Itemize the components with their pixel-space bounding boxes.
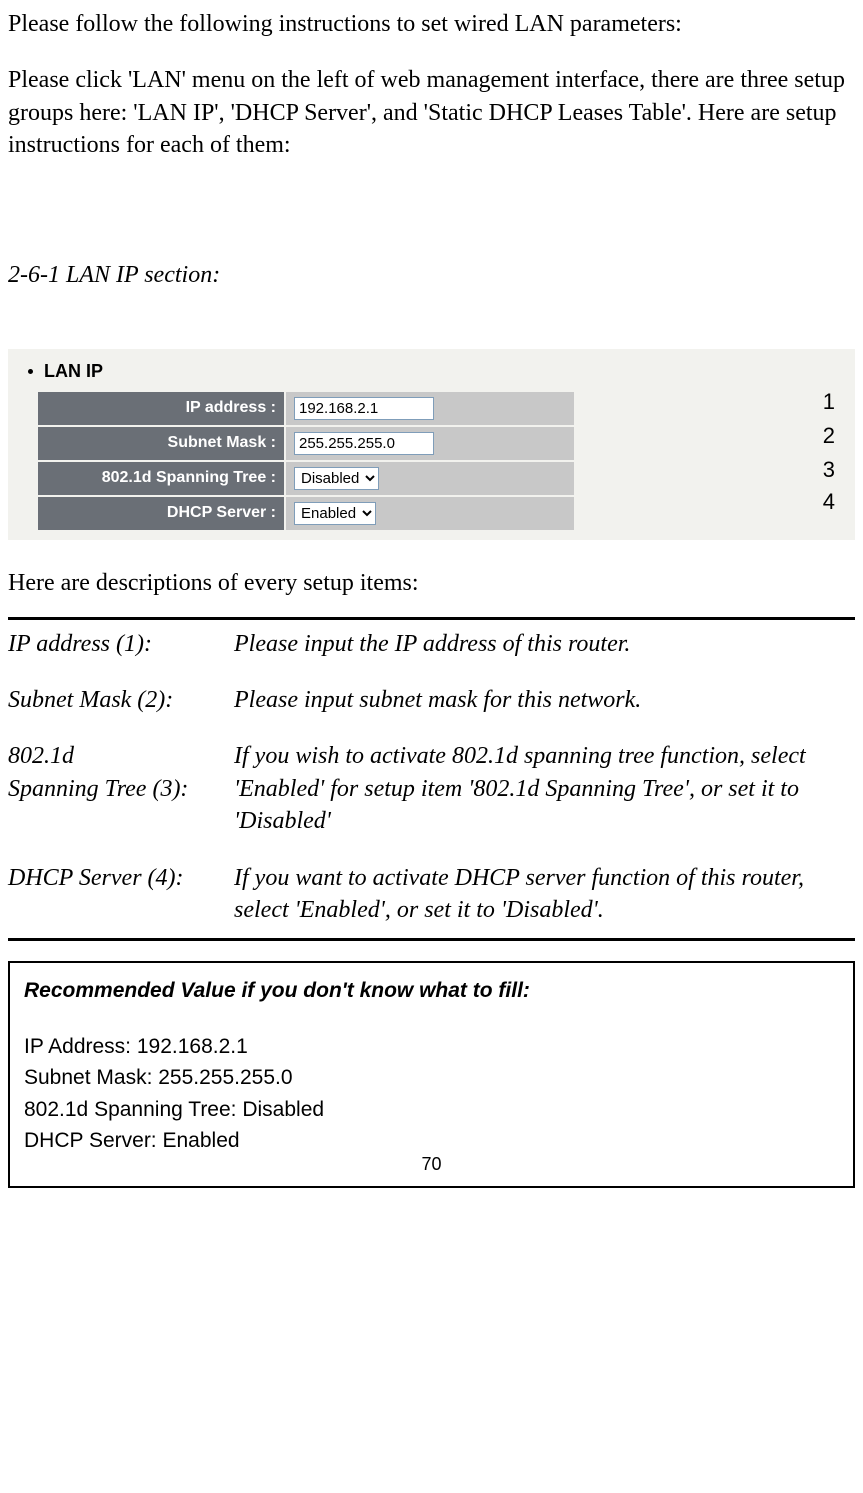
lan-ip-form-table: IP address : Subnet Mask : 802.1d Spanni…: [36, 390, 576, 532]
label-dhcp-server: DHCP Server :: [38, 497, 284, 530]
desc-text-ip: Please input the IP address of this rout…: [234, 628, 855, 684]
desc-text-dhcp: If you want to activate DHCP server func…: [234, 862, 855, 931]
recommended-line-2: Subnet Mask: 255.255.255.0: [24, 1062, 839, 1094]
screenshot-title: LAN IP: [16, 357, 847, 390]
recommended-box: Recommended Value if you don't know what…: [8, 961, 855, 1188]
desc-row-ip: IP address (1): Please input the IP addr…: [8, 628, 855, 684]
annotation-2: 2: [823, 423, 835, 449]
annotation-3: 3: [823, 457, 835, 483]
desc-label-dhcp: DHCP Server (4):: [8, 862, 234, 931]
section-heading: 2-6-1 LAN IP section:: [8, 262, 855, 289]
descriptions-intro: Here are descriptions of every setup ite…: [8, 570, 855, 597]
cell-subnet-mask: [286, 427, 574, 460]
cell-ip-address: [286, 392, 574, 425]
descriptions-table: IP address (1): Please input the IP addr…: [8, 628, 855, 931]
row-subnet-mask: Subnet Mask :: [38, 427, 574, 460]
divider-top: [8, 617, 855, 620]
desc-label-subnet: Subnet Mask (2):: [8, 684, 234, 740]
select-spanning-tree[interactable]: Disabled: [294, 467, 379, 490]
cell-dhcp-server: Enabled: [286, 497, 574, 530]
desc-text-spanning: If you wish to activate 802.1d spanning …: [234, 740, 855, 861]
input-subnet-mask[interactable]: [294, 432, 434, 455]
desc-label-ip: IP address (1):: [8, 628, 234, 684]
desc-row-spanning: 802.1d Spanning Tree (3): If you wish to…: [8, 740, 855, 861]
cell-spanning-tree: Disabled: [286, 462, 574, 495]
label-ip-address: IP address :: [38, 392, 284, 425]
annotation-1: 1: [823, 389, 835, 415]
row-spanning-tree: 802.1d Spanning Tree : Disabled: [38, 462, 574, 495]
input-ip-address[interactable]: [294, 397, 434, 420]
select-dhcp-server[interactable]: Enabled: [294, 502, 376, 525]
divider-bottom: [8, 938, 855, 941]
recommended-line-1: IP Address: 192.168.2.1: [24, 1031, 839, 1063]
label-spanning-tree: 802.1d Spanning Tree :: [38, 462, 284, 495]
desc-text-subnet: Please input subnet mask for this networ…: [234, 684, 855, 740]
lan-ip-screenshot: LAN IP IP address : Subnet Mask : 802.1d…: [8, 349, 855, 540]
row-dhcp-server: DHCP Server : Enabled: [38, 497, 574, 530]
annotation-4: 4: [823, 489, 835, 515]
desc-row-subnet: Subnet Mask (2): Please input subnet mas…: [8, 684, 855, 740]
desc-label-spanning: 802.1d Spanning Tree (3):: [8, 740, 234, 861]
label-subnet-mask: Subnet Mask :: [38, 427, 284, 460]
desc-row-dhcp: DHCP Server (4): If you want to activate…: [8, 862, 855, 931]
intro-paragraph-2: Please click 'LAN' menu on the left of w…: [8, 64, 855, 161]
intro-paragraph-1: Please follow the following instructions…: [8, 8, 855, 40]
row-ip-address: IP address :: [38, 392, 574, 425]
recommended-title: Recommended Value if you don't know what…: [24, 975, 839, 1007]
recommended-line-3: 802.1d Spanning Tree: Disabled: [24, 1094, 839, 1126]
